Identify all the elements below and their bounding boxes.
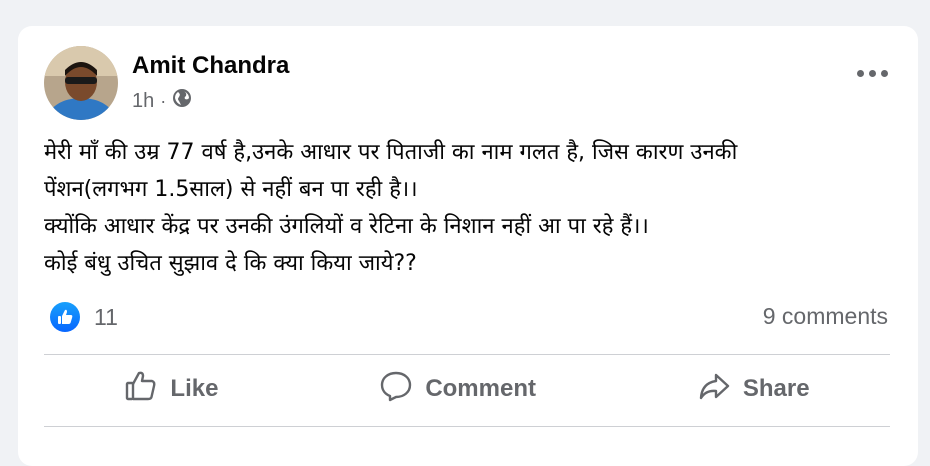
like-button[interactable]: Like bbox=[124, 369, 218, 410]
avatar[interactable] bbox=[44, 46, 118, 120]
comment-label: Comment bbox=[425, 375, 536, 402]
divider bbox=[44, 354, 890, 355]
globe-icon[interactable] bbox=[172, 88, 192, 114]
like-reaction-icon bbox=[50, 302, 80, 332]
post-time[interactable]: 1h bbox=[132, 90, 154, 113]
divider bbox=[44, 426, 890, 427]
meta-separator: · bbox=[160, 90, 167, 111]
comment-button[interactable]: Comment bbox=[379, 369, 536, 410]
post-meta: 1h · bbox=[132, 88, 192, 114]
post-line: मेरी माँ की उम्र 77 वर्ष है,उनके आधार पर… bbox=[44, 140, 738, 165]
comment-bubble-icon bbox=[379, 369, 413, 410]
comments-count[interactable]: 9 comments bbox=[763, 303, 888, 330]
post-card: Amit Chandra 1h · मेरी माँ की उम्र 77 वर… bbox=[18, 26, 918, 466]
reactions-summary[interactable]: 11 bbox=[50, 302, 118, 332]
more-options-icon[interactable] bbox=[857, 70, 888, 77]
post-line: क्योंकि आधार केंद्र पर उनकी उंगलियों व र… bbox=[44, 214, 649, 239]
author-name[interactable]: Amit Chandra bbox=[132, 52, 289, 80]
post-line: कोई बंधु उचित सुझाव दे कि क्या किया जाये… bbox=[44, 251, 417, 276]
share-label: Share bbox=[742, 375, 810, 402]
share-arrow-icon bbox=[697, 369, 731, 410]
like-label: Like bbox=[170, 375, 219, 402]
action-bar: Like Comment Share bbox=[44, 356, 890, 422]
post-line: पेंशन(लगभग 1.5साल) से नहीं बन पा रही है।… bbox=[44, 177, 418, 202]
post-text: मेरी माँ की उम्र 77 वर्ष है,उनके आधार पर… bbox=[44, 134, 904, 282]
thumbs-up-icon bbox=[124, 369, 158, 410]
share-button[interactable]: Share bbox=[697, 369, 810, 410]
reaction-count: 11 bbox=[94, 303, 118, 330]
